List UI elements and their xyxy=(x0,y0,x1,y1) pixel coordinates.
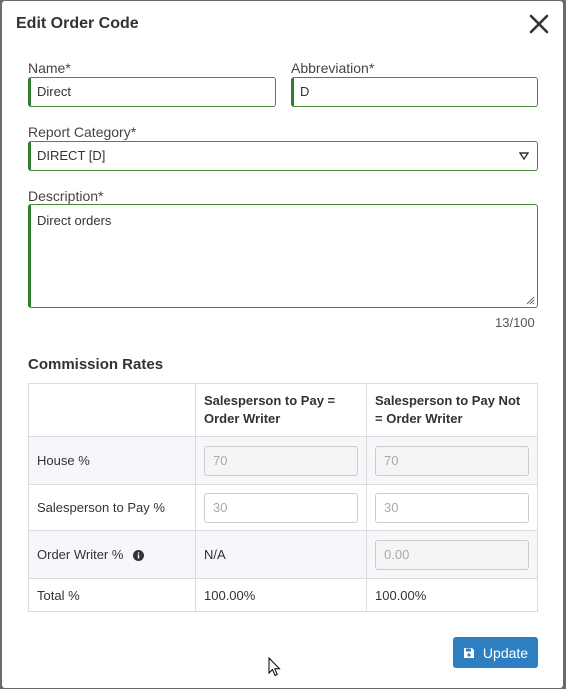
edit-order-code-dialog: Edit Order Code Name* Direct Abbreviatio… xyxy=(2,1,563,688)
report-category-value: DIRECT [D] xyxy=(37,148,106,163)
header-equal-order-writer: Salesperson to Pay = Order Writer xyxy=(195,383,367,437)
description-value: Direct orders xyxy=(37,213,112,228)
salesperson-equal-input[interactable]: 30 xyxy=(204,492,358,523)
order-writer-equal-value: N/A xyxy=(195,530,367,579)
mouse-cursor-icon xyxy=(268,657,281,677)
close-icon xyxy=(529,14,549,34)
chevron-down-icon xyxy=(519,152,529,160)
house-not-equal-input: 70 xyxy=(375,445,529,476)
name-label: Name* xyxy=(28,60,71,76)
resize-handle-icon[interactable] xyxy=(525,295,535,305)
abbreviation-label: Abbreviation* xyxy=(291,60,375,76)
char-count: 13/100 xyxy=(495,315,535,330)
table-row: Salesperson to Pay % 30 30 xyxy=(28,484,538,531)
description-textarea[interactable]: Direct orders xyxy=(28,204,538,308)
update-label: Update xyxy=(482,644,529,661)
report-category-label: Report Category* xyxy=(28,124,137,140)
row-label: Salesperson to Pay % xyxy=(28,484,196,531)
row-label: House % xyxy=(28,436,196,485)
header-blank xyxy=(28,383,196,437)
salesperson-not-equal-input[interactable]: 30 xyxy=(375,492,529,523)
row-label: Total % xyxy=(28,578,196,612)
update-button[interactable]: Update xyxy=(453,637,538,668)
commission-rates-title: Commission Rates xyxy=(28,356,164,373)
close-button[interactable] xyxy=(526,11,552,37)
name-input[interactable]: Direct xyxy=(28,77,276,107)
commission-rates-table: Salesperson to Pay = Order Writer Salesp… xyxy=(28,383,538,612)
info-icon[interactable] xyxy=(133,550,145,562)
dialog-title: Edit Order Code xyxy=(16,15,139,32)
total-equal-value: 100.00% xyxy=(195,578,367,612)
save-icon xyxy=(463,647,474,658)
table-row: House % 70 70 xyxy=(28,436,538,485)
order-writer-not-equal-input: 0.00 xyxy=(375,539,529,570)
row-label: Order Writer % xyxy=(37,547,124,562)
house-equal-input: 70 xyxy=(204,445,358,476)
table-row: Order Writer % N/A 0.00 xyxy=(28,530,538,579)
total-not-equal-value: 100.00% xyxy=(366,578,538,612)
table-row: Total % 100.00% 100.00% xyxy=(28,578,538,612)
report-category-select[interactable]: DIRECT [D] xyxy=(28,141,538,171)
table-header-row: Salesperson to Pay = Order Writer Salesp… xyxy=(28,383,538,437)
description-label: Description* xyxy=(28,188,104,204)
abbreviation-input[interactable]: D xyxy=(291,77,538,107)
header-not-equal-order-writer: Salesperson to Pay Not = Order Writer xyxy=(366,383,538,437)
